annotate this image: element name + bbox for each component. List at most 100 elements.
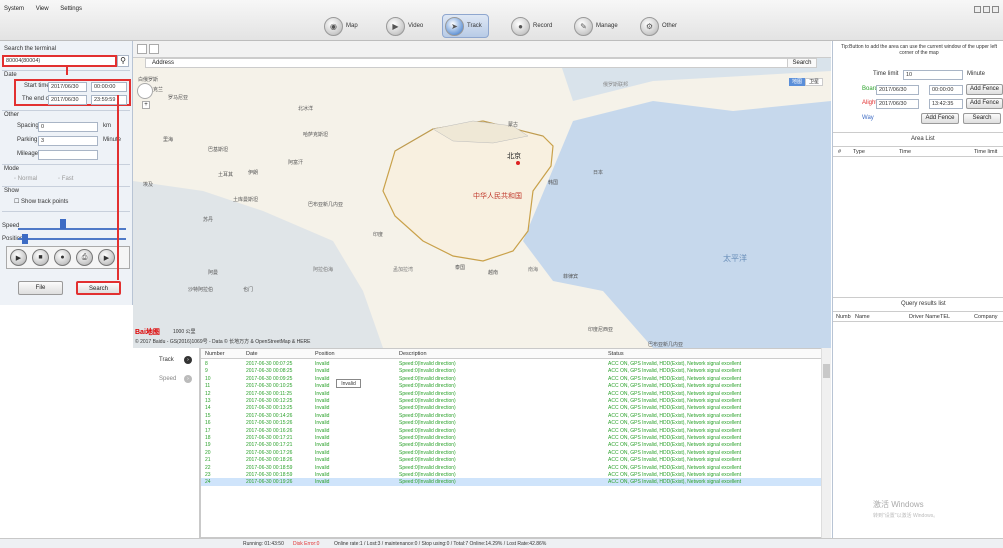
query-col-company: Company	[974, 314, 998, 320]
add-fence-alight-button[interactable]: Add Fence	[966, 98, 1003, 109]
record-playback-icon[interactable]: ●	[54, 249, 71, 266]
terminal-select[interactable]: 80004(80004)	[2, 55, 117, 67]
cell-number: 15	[205, 412, 211, 419]
mileage-field[interactable]	[38, 150, 98, 160]
end-date-field[interactable]: 2017/06/30	[48, 95, 87, 105]
table-row[interactable]: 12 2017-06-30 00:11:25 Invalid Speed:0(Inva…	[201, 390, 821, 397]
start-date-field[interactable]: 2017/06/30	[48, 82, 87, 92]
position-slider-thumb[interactable]	[22, 234, 28, 244]
restore-icon[interactable]	[983, 6, 990, 13]
table-row[interactable]: 14 2017-06-30 00:13:25 Invalid Speed:0(Inva…	[201, 404, 821, 411]
map-label: 巴布亚新几内亚	[308, 202, 344, 208]
table-row[interactable]: 23 2017-06-30 00:18:59 Invalid Speed:0(Inva…	[201, 471, 821, 478]
alight-date-field[interactable]: 2017/06/30	[876, 99, 919, 109]
speed-slider-thumb[interactable]	[60, 219, 66, 229]
add-fence-way-button[interactable]: Add Fence	[921, 113, 959, 124]
area-list-title: Area List	[911, 136, 935, 142]
nav-other-button[interactable]: ⚙ Other	[640, 14, 677, 38]
time-limit-select[interactable]: 10	[903, 70, 963, 80]
map-search-button[interactable]: Search	[787, 58, 817, 68]
next-icon[interactable]: ▶	[98, 249, 115, 266]
col-description: Description	[399, 351, 427, 357]
export-icon[interactable]: ⎙	[76, 249, 93, 266]
table-row[interactable]: 15 2017-06-30 00:14:26 Invalid Speed:0(Inva…	[201, 412, 821, 419]
close-icon[interactable]	[992, 6, 999, 13]
map-mode-button[interactable]: 地图	[789, 78, 805, 86]
nav-video-button[interactable]: ▶ Video	[386, 14, 423, 38]
file-button[interactable]: File	[18, 281, 63, 295]
position-slider-track[interactable]	[18, 238, 126, 240]
col-number: Number	[205, 351, 225, 357]
table-row[interactable]: 21 2017-06-30 00:18:26 Invalid Speed:0(Inva…	[201, 456, 821, 463]
tab-track[interactable]: Track ›	[133, 351, 200, 370]
end-time-field[interactable]: 23:59:59	[91, 95, 127, 105]
menu-view[interactable]: View	[36, 6, 49, 12]
spacing-select[interactable]: 0	[38, 122, 98, 132]
area-list-header: # Type Time Time limit	[833, 146, 1003, 157]
alight-time-field[interactable]: 13:42:35	[929, 99, 963, 109]
stop-icon[interactable]: ■	[32, 249, 49, 266]
table-row[interactable]: 20 2017-06-30 00:17:26 Invalid Speed:0(Inva…	[201, 449, 821, 456]
cell-description: Speed:0(Invalid direction)	[399, 457, 456, 464]
board-date-field[interactable]: 2017/06/30	[876, 85, 919, 95]
board-time-field[interactable]: 00:00:00	[929, 85, 963, 95]
address-bar[interactable]: Address	[145, 58, 817, 68]
tab-speed[interactable]: Speed ›	[133, 370, 200, 389]
show-track-points-checkbox[interactable]: ☐ Show track points	[14, 198, 68, 205]
search-icon[interactable]: ⚲	[117, 55, 129, 67]
table-row[interactable]: 11 2017-06-30 00:10:25 Invalid Speed:0(Inva…	[201, 382, 821, 389]
cell-date: 2017-06-30 00:17:21	[246, 435, 293, 441]
table-row[interactable]: 18 2017-06-30 00:17:21 Invalid Speed:0(Inva…	[201, 434, 821, 441]
nav-other-label: Other	[662, 23, 678, 29]
zoom-in-icon[interactable]: +	[142, 101, 150, 109]
table-row[interactable]: 16 2017-06-30 00:15:26 Invalid Speed:0(Inva…	[201, 419, 821, 426]
table-row[interactable]: 10 2017-06-30 00:09:25 Invalid Speed:0(Inva…	[201, 375, 821, 382]
speed-slider-track[interactable]	[18, 228, 126, 230]
nav-record-button[interactable]: ● Record	[511, 14, 552, 38]
cell-number: 23	[205, 472, 211, 478]
beijing-label: 北京	[507, 153, 521, 160]
zoom-box-icon[interactable]	[137, 44, 147, 54]
nav-track-button[interactable]: ➤ Track	[442, 14, 489, 38]
table-row[interactable]: 24 2017-06-30 00:19:26 Invalid Speed:0(Inva…	[201, 478, 821, 486]
nav-map-button[interactable]: ◉ Map	[324, 14, 358, 38]
table-row[interactable]: 19 2017-06-30 00:17:21 Invalid Speed:0(Inva…	[201, 441, 821, 448]
cell-number: 21	[205, 457, 211, 464]
table-row[interactable]: 8 2017-06-30 00:07:25 Invalid Speed:0(Inval…	[201, 360, 821, 367]
add-fence-board-button[interactable]: Add Fence	[966, 84, 1003, 95]
fence-search-button[interactable]: Search	[963, 113, 1001, 124]
scrollbar-thumb[interactable]	[823, 364, 830, 378]
nav-manage-button[interactable]: ✎ Manage	[574, 14, 618, 38]
table-row[interactable]: 13 2017-06-30 00:12:25 Invalid Speed:0(Inva…	[201, 397, 821, 404]
cell-status: ACC ON, GPS Invalid, HDD(Exist), Network…	[608, 457, 742, 464]
other-icon: ⚙	[640, 16, 659, 36]
mode-fast-label: Fast	[61, 176, 74, 182]
table-row[interactable]: 22 2017-06-30 00:18:59 Invalid Speed:0(Inva…	[201, 464, 821, 471]
cell-status: ACC ON, GPS Invalid, HDD(Exist), Network…	[608, 442, 742, 449]
time-limit-label: Time limit	[873, 71, 899, 77]
cell-date: 2017-06-30 00:17:21	[246, 442, 293, 449]
mode-normal-radio[interactable]: ◦ Normal	[14, 176, 37, 182]
map-label: 南海	[528, 267, 539, 273]
menu-system[interactable]: System	[4, 6, 24, 12]
spacing-unit: km	[103, 123, 111, 129]
spacing-label: Spacing	[17, 123, 39, 129]
cell-status: ACC ON, GPS Invalid, HDD(Exist), Network…	[608, 361, 742, 367]
start-time-field[interactable]: 00:00:00	[91, 82, 127, 92]
map-view[interactable]: 白俄罗斯 乌克兰 罗马尼亚 里海 埃及 苏丹 土耳其 土库曼斯坦 巴基斯坦 伊朗…	[133, 41, 831, 348]
menu-settings[interactable]: Settings	[60, 6, 82, 12]
windows-watermark-title: 激活 Windows	[873, 500, 924, 509]
satellite-mode-button[interactable]: 卫星	[805, 78, 823, 86]
parking-field[interactable]: 3	[38, 136, 98, 146]
search-button[interactable]: Search	[76, 281, 121, 295]
pan-control-icon[interactable]	[137, 83, 153, 99]
table-row[interactable]: 17 2017-06-30 00:16:26 Invalid Speed:0(Inva…	[201, 427, 821, 434]
minimize-icon[interactable]	[974, 6, 981, 13]
play-icon[interactable]: ▶	[10, 249, 27, 266]
mode-fast-radio[interactable]: ◦ Fast	[58, 176, 73, 182]
guide-arrow-2	[117, 95, 119, 280]
fullscreen-icon[interactable]	[149, 44, 159, 54]
cell-status: ACC ON, GPS Invalid, HDD(Exist), Network…	[608, 412, 742, 419]
table-row[interactable]: 9 2017-06-30 00:08:25 Invalid Speed:0(Inval…	[201, 367, 821, 374]
grid-scrollbar[interactable]	[821, 348, 831, 538]
